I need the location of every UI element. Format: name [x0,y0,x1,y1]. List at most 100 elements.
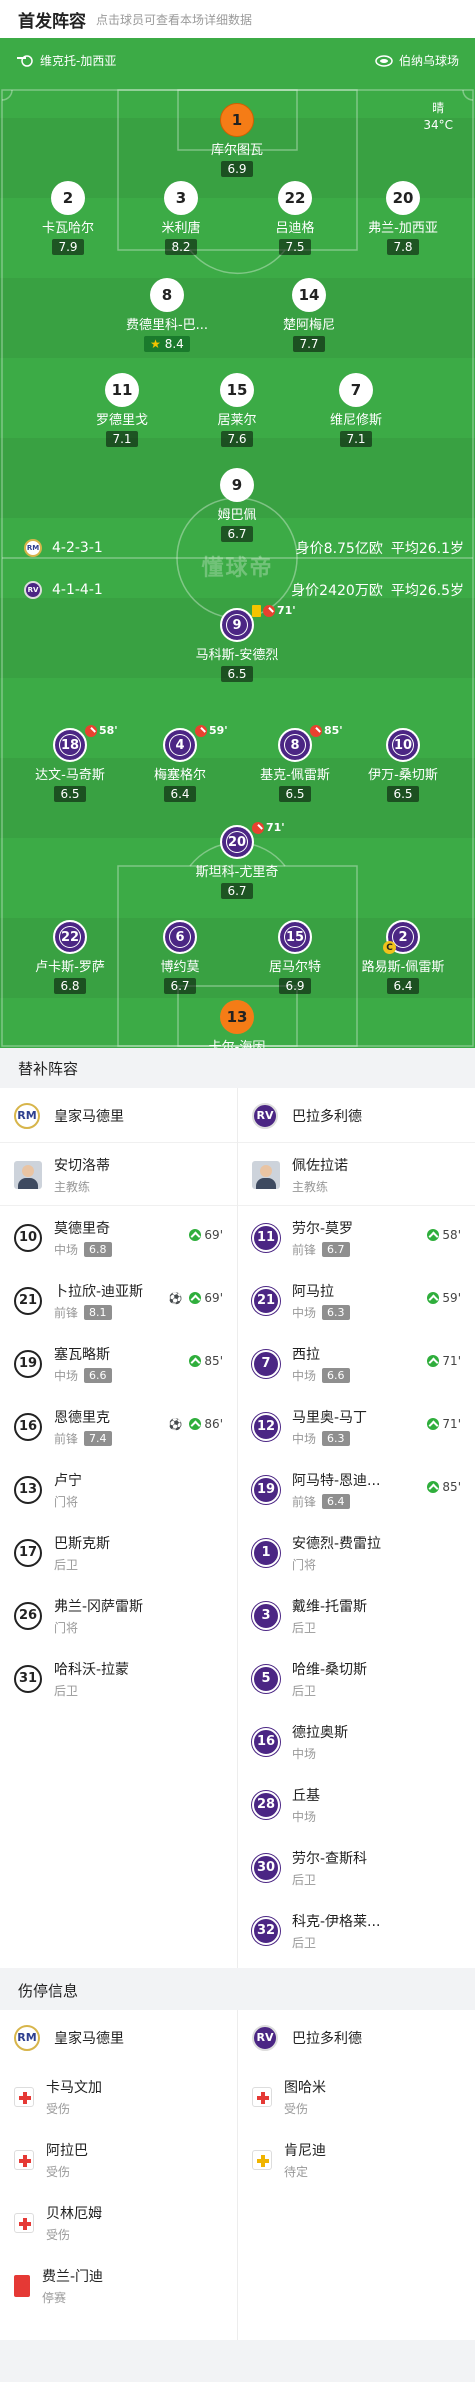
player-rating: 6.5 [387,786,419,802]
rating-value: 8.2 [171,240,191,254]
pitch-player-home[interactable]: 14 楚阿梅尼 7.7 [249,278,369,352]
sub-player-row[interactable]: 19 塞瓦略斯 中场 6.6 85' [0,1332,237,1395]
player-name: 吕迪格 [275,221,315,236]
yellow-card-icon [252,604,261,617]
sub-player-row[interactable]: 3 戴维-托雷斯 后卫 [238,1584,475,1647]
sub-in-icon [427,1355,440,1367]
pitch-player-away[interactable]: 2 C 路易斯-佩雷斯 6.4 [343,920,463,994]
pitch-player-away[interactable]: 6 博约莫 6.7 [120,920,240,994]
sub-player-row[interactable]: 11 劳尔-莫罗 前锋 6.7 58' [238,1206,475,1269]
injury-row[interactable]: 贝林厄姆 受伤 [0,2191,237,2254]
sub-player-info: 卜拉欣-迪亚斯 前锋 8.1 [54,1281,143,1321]
sub-out-icon [85,724,97,737]
sub-player-row[interactable]: 13 卢宁 门将 [0,1458,237,1521]
sub-player-position: 门将 [292,1556,381,1573]
player-name: 卡瓦哈尔 [41,221,94,236]
player-name: 罗德里戈 [95,413,148,428]
coach-row[interactable]: 安切洛蒂 主教练 [0,1143,237,1206]
pitch-player-away[interactable]: 18 58' 达文-马奇斯 6.5 [10,724,130,802]
pitch-player-away[interactable]: 8 85' 基克-佩雷斯 6.5 [235,724,355,802]
sub-player-row[interactable]: 16 恩德里克 前锋 7.4 ⚽ 86' [0,1395,237,1458]
pitch-player-home[interactable]: 9 姆巴佩 6.7 [177,468,297,542]
pitch-player-home[interactable]: 8 费德里科-巴... ★ 8.4 [107,278,227,352]
sub-player-rating: 6.3 [322,1430,350,1446]
pitch-player-home[interactable]: 2 卡瓦哈尔 7.9 [8,181,128,255]
sub-in-time: ⚽ 69' [169,1291,223,1305]
stadium-name: 伯纳乌球场 [398,54,459,68]
sub-player-row[interactable]: 17 巴斯克斯 后卫 [0,1521,237,1584]
rating-value: 7.7 [299,337,319,351]
sub-in-icon [427,1418,440,1430]
goal-ball-icon: ⚽ [168,1291,183,1305]
sub-player-position: 中场 [292,1808,320,1825]
pitch-player-home[interactable]: 15 居莱尔 7.6 [177,373,297,447]
home-formation: 4-2-3-1 [52,540,103,556]
sub-in-time: 85' [427,1480,461,1494]
sub-player-name: 莫德里奇 [54,1220,110,1237]
pitch: 维克托-加西亚 伯纳乌球场 晴 34°C RM 4-2-3-1 身价8.75亿欧… [0,38,475,1048]
player-name: 伊万-桑切斯 [368,768,438,783]
pitch-player-away[interactable]: 22 卢卡斯-罗萨 6.8 [10,920,130,994]
away-formation: 4-1-4-1 [52,582,103,598]
sub-player-row[interactable]: 7 西拉 中场 6.6 71' [238,1332,475,1395]
injury-icon [14,2212,34,2233]
pitch-player-away[interactable]: 9 71' 马科斯-安德烈 6.5 [177,604,297,682]
sub-player-row[interactable]: 19 阿马特-恩迪... 前锋 6.4 85' [238,1458,475,1521]
sub-player-row[interactable]: 1 安德烈-费雷拉 门将 [238,1521,475,1584]
player-rating: 6.9 [279,978,311,994]
sub-player-row[interactable]: 21 阿马拉 中场 6.3 59' [238,1269,475,1332]
injury-row[interactable]: 图哈米 受伤 [238,2065,475,2128]
player-rating: 6.7 [221,883,253,899]
injury-info: 肯尼迪 待定 [284,2140,326,2180]
sub-player-name: 德拉奥斯 [292,1724,348,1741]
sub-in-icon [427,1481,440,1493]
sub-player-row[interactable]: 10 莫德里奇 中场 6.8 69' [0,1206,237,1269]
referee-info: 维克托-加西亚 [16,52,116,69]
pitch-player-away[interactable]: 20 71' 斯坦科-尤里奇 6.7 [177,821,297,899]
lineup-header: 首发阵容 点击球员可查看本场详细数据 [0,0,475,38]
player-name: 梅塞格尔 [153,768,206,783]
jersey-icon: 10 [386,728,420,762]
sub-player-row[interactable]: 26 弗兰-冈萨雷斯 门将 [0,1584,237,1647]
sub-player-position: 中场 6.3 [292,1430,367,1447]
jersey-number: 22 [60,927,80,947]
pitch-player-away[interactable]: 13卡尔-海因7.3 [177,1000,297,1048]
player-rating: 8.2 [165,239,197,255]
jersey-number-icon: 19 [252,1475,280,1504]
injury-row[interactable]: 肯尼迪 待定 [238,2128,475,2191]
sub-player-info: 莫德里奇 中场 6.8 [54,1218,112,1258]
coach-info: 安切洛蒂 主教练 [54,1155,110,1195]
sub-player-info: 戴维-托雷斯 后卫 [292,1596,367,1636]
sub-player-row[interactable]: 12 马里奥-马丁 中场 6.3 71' [238,1395,475,1458]
pitch-player-home[interactable]: 11 罗德里戈 7.1 [62,373,182,447]
jersey-icon: 6 [163,920,197,954]
pitch-player-away[interactable]: 4 59' 梅塞格尔 6.4 [120,724,240,802]
jersey-number: 8 [285,735,305,755]
sub-player-row[interactable]: 21 卜拉欣-迪亚斯 前锋 8.1 ⚽ 69' [0,1269,237,1332]
pitch-player-away[interactable]: 10 伊万-桑切斯 6.5 [343,728,463,802]
sub-player-row[interactable]: 31 哈科沃-拉蒙 后卫 [0,1647,237,1710]
pitch-player-home[interactable]: 20 弗兰-加西亚 7.8 [343,181,463,255]
coach-avatar [14,1160,42,1189]
injury-row[interactable]: 阿拉巴 受伤 [0,2128,237,2191]
sub-in-minute: 69' [204,1228,223,1242]
coach-info: 佩佐拉诺 主教练 [292,1155,348,1195]
sub-player-row[interactable]: 30 劳尔-查斯科 后卫 [238,1836,475,1899]
injury-row[interactable]: 费兰-门迪 停赛 [0,2254,237,2317]
sub-player-info: 弗兰-冈萨雷斯 门将 [54,1596,143,1636]
pitch-player-away[interactable]: 15 居马尔特 6.9 [235,920,355,994]
sub-in-minute: 69' [204,1291,223,1305]
injured-player-name: 肯尼迪 [284,2142,326,2159]
pitch-player-home[interactable]: 3 米利唐 8.2 [121,181,241,255]
sub-player-row[interactable]: 28 丘基 中场 [238,1773,475,1836]
jersey-number-icon: 31 [14,1664,42,1693]
pitch-player-home[interactable]: 22 吕迪格 7.5 [235,181,355,255]
sub-player-info: 安德烈-费雷拉 门将 [292,1533,381,1573]
coach-row[interactable]: 佩佐拉诺 主教练 [238,1143,475,1206]
sub-player-row[interactable]: 32 科克-伊格莱... 后卫 [238,1899,475,1962]
sub-player-row[interactable]: 16 德拉奥斯 中场 [238,1710,475,1773]
pitch-player-home[interactable]: 1 库尔图瓦 6.9 [177,103,297,177]
pitch-player-home[interactable]: 7 维尼修斯 7.1 [296,373,416,447]
injury-row[interactable]: 卡马文加 受伤 [0,2065,237,2128]
sub-player-row[interactable]: 5 哈维-桑切斯 后卫 [238,1647,475,1710]
